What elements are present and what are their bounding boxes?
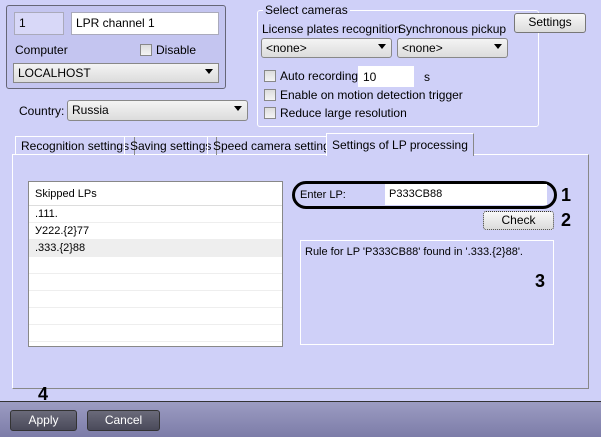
sync-value: <none> bbox=[402, 41, 443, 55]
list-item-empty bbox=[29, 257, 282, 274]
chevron-down-icon bbox=[205, 69, 213, 74]
sync-label: Synchronous pickup bbox=[398, 22, 507, 36]
tab-speed-camera-settings[interactable]: Speed camera settings bbox=[207, 136, 342, 155]
cancel-button[interactable]: Cancel bbox=[87, 410, 160, 431]
tab-recognition-settings[interactable]: Recognition settings bbox=[15, 136, 136, 155]
list-item[interactable]: У222.{2}77 bbox=[29, 223, 282, 240]
auto-recording-checkbox[interactable] bbox=[264, 70, 276, 82]
result-box: Rule for LP 'P333CB88' found in '.333.{2… bbox=[300, 240, 554, 345]
list-item-empty bbox=[29, 308, 282, 325]
lpr-value: <none> bbox=[266, 41, 307, 55]
callout-4: 4 bbox=[38, 384, 49, 404]
tab-saving-settings[interactable]: Saving settings bbox=[124, 136, 218, 155]
disable-label: Disable bbox=[156, 43, 197, 57]
computer-label: Computer bbox=[15, 43, 68, 57]
channel-id-field[interactable]: 1 bbox=[14, 12, 64, 35]
result-text: Rule for LP 'P333CB88' found in '.333.{2… bbox=[305, 246, 523, 258]
chevron-down-icon bbox=[378, 44, 386, 49]
motion-trigger-label: Enable on motion detection trigger bbox=[280, 88, 463, 102]
chevron-down-icon bbox=[494, 44, 502, 49]
select-cameras-title: Select cameras bbox=[263, 3, 350, 17]
lpr-select[interactable]: <none> bbox=[261, 38, 392, 58]
chevron-down-icon bbox=[234, 106, 242, 111]
enter-lp-input[interactable]: P333CB88 bbox=[385, 184, 547, 205]
settings-button[interactable]: Settings bbox=[514, 13, 586, 33]
skipped-lps-header: Skipped LPs bbox=[29, 182, 282, 206]
auto-recording-unit: s bbox=[424, 70, 430, 84]
callout-1: 1 bbox=[561, 185, 572, 205]
enter-lp-label: Enter LP: bbox=[300, 189, 346, 201]
channel-name-field[interactable]: LPR channel 1 bbox=[71, 12, 219, 35]
reduce-resolution-label: Reduce large resolution bbox=[280, 106, 407, 120]
auto-recording-input[interactable]: 10 bbox=[358, 66, 414, 87]
sync-select[interactable]: <none> bbox=[397, 38, 508, 58]
tab-lp-processing[interactable]: Settings of LP processing bbox=[326, 133, 474, 156]
lpr-label: License plates recognition bbox=[262, 22, 401, 36]
country-select[interactable]: Russia bbox=[67, 100, 248, 121]
country-value: Russia bbox=[72, 103, 109, 117]
check-button[interactable]: Check bbox=[483, 211, 554, 230]
callout-2: 2 bbox=[561, 210, 572, 230]
computer-value: LOCALHOST bbox=[18, 66, 91, 80]
list-item[interactable]: .333.{2}88 bbox=[29, 240, 282, 257]
list-item-empty bbox=[29, 291, 282, 308]
country-label: Country: bbox=[19, 104, 65, 118]
computer-select[interactable]: LOCALHOST bbox=[13, 63, 219, 83]
list-item-empty bbox=[29, 325, 282, 342]
callout-3: 3 bbox=[535, 271, 546, 291]
apply-button[interactable]: Apply bbox=[10, 410, 77, 431]
motion-trigger-checkbox[interactable] bbox=[264, 89, 276, 101]
list-item-empty bbox=[29, 274, 282, 291]
list-item[interactable]: .111. bbox=[29, 206, 282, 223]
auto-recording-label: Auto recording bbox=[280, 69, 359, 83]
disable-checkbox[interactable] bbox=[140, 44, 152, 56]
skipped-lps-list[interactable]: Skipped LPs .111. У222.{2}77 .333.{2}88 bbox=[28, 181, 283, 347]
reduce-resolution-checkbox[interactable] bbox=[264, 107, 276, 119]
